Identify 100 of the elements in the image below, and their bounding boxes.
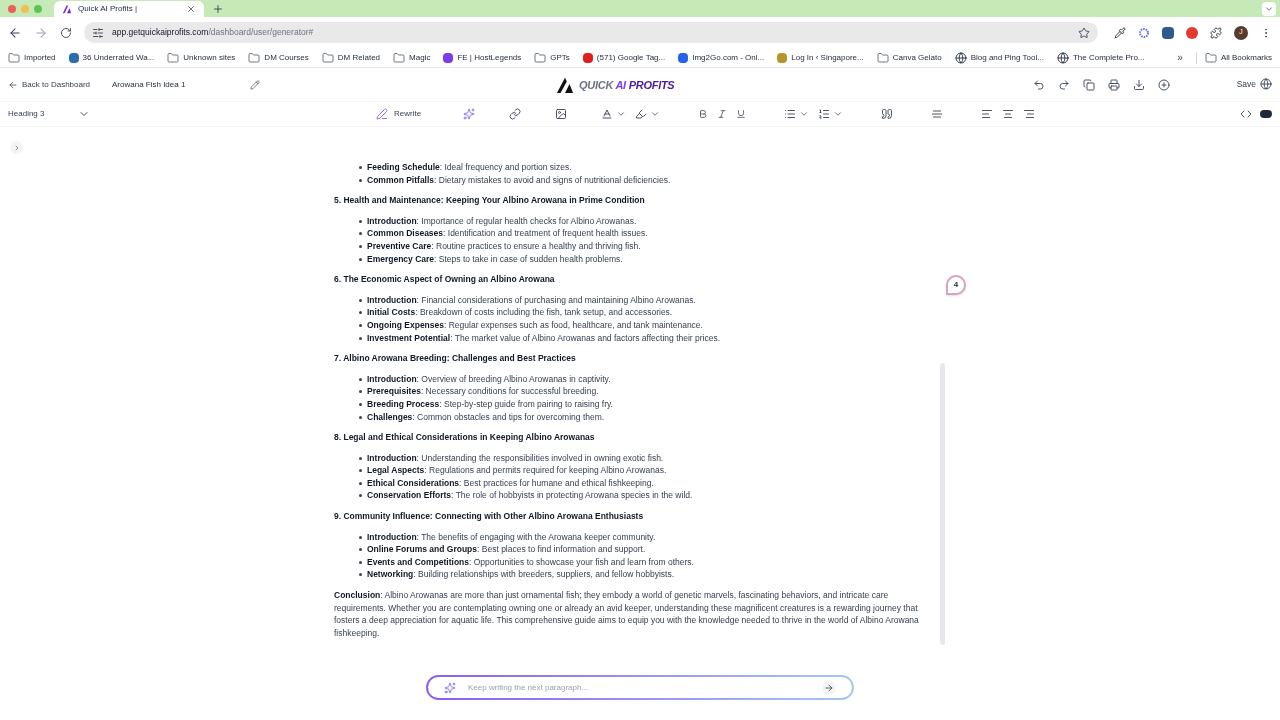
bold-icon[interactable] bbox=[698, 109, 709, 119]
text-color-icon[interactable] bbox=[601, 108, 614, 120]
bullet-icon bbox=[359, 336, 362, 340]
folder-icon bbox=[167, 51, 180, 64]
caret-icon[interactable] bbox=[650, 109, 661, 119]
extensions-icon[interactable] bbox=[1210, 26, 1222, 39]
address-bar[interactable]: app.getquickaiprofits.com/dashboard/user/generator# bbox=[84, 22, 1098, 43]
bookmark-link[interactable]: Unknown sites bbox=[183, 51, 236, 64]
rewrite-button[interactable]: Rewrite bbox=[376, 108, 422, 120]
bookmark-link[interactable]: Blog and Ping Tool... bbox=[970, 51, 1044, 64]
close-icon[interactable] bbox=[186, 4, 196, 14]
italic-icon[interactable] bbox=[717, 109, 728, 119]
bullet-icon bbox=[359, 166, 362, 169]
browser-tab[interactable]: Quick AI Profits | bbox=[54, 1, 204, 17]
bullet-icon bbox=[359, 481, 362, 485]
reload-icon[interactable] bbox=[60, 26, 72, 39]
new-tab-icon[interactable] bbox=[212, 3, 224, 15]
block-type-dropdown[interactable]: Heading 3 bbox=[8, 108, 90, 120]
back-arrow-icon bbox=[8, 79, 18, 90]
bullet-list-icon[interactable] bbox=[784, 108, 797, 120]
folder-icon bbox=[534, 51, 547, 64]
bookmark-link[interactable]: (571) Google Tag... bbox=[596, 51, 666, 64]
prompt-field[interactable]: Keep writing the next paragraph... bbox=[426, 675, 854, 700]
bookmark-link[interactable]: DM Related bbox=[337, 51, 381, 64]
bookmark-link[interactable]: DM Courses bbox=[264, 51, 309, 64]
list-item-text: Prerequisites: Necessary conditions for successful breeding. bbox=[367, 385, 599, 398]
caret-icon[interactable] bbox=[799, 109, 810, 119]
edit-icon[interactable] bbox=[250, 79, 260, 90]
list-item-text: Challenges: Common obstacles and tips for overcoming them. bbox=[367, 410, 605, 424]
sidebar-toggle[interactable] bbox=[10, 141, 23, 154]
tab-title: Quick AI Profits | bbox=[78, 3, 138, 15]
redo-icon[interactable] bbox=[1058, 78, 1070, 91]
bullet-icon bbox=[359, 494, 362, 498]
bookmark-link[interactable]: GPTs bbox=[550, 51, 570, 64]
bookmark-link[interactable]: Imported bbox=[24, 51, 56, 64]
list-item-text: Preventive Care: Routine practices to ensure a healthy and thriving fish. bbox=[367, 239, 641, 253]
list-item-text: Introduction: The benefits of engaging with the Arowana keeper community. bbox=[367, 530, 656, 544]
save-button[interactable]: Save bbox=[1236, 78, 1272, 91]
bookmark-link[interactable]: All Bookmarks bbox=[1220, 51, 1272, 64]
code-icon[interactable] bbox=[1240, 108, 1252, 120]
list-item-text: Common Pitfalls: Dietary mistakes to avoid and signs of nutritional deficiencies. bbox=[367, 173, 671, 187]
eyedropper-icon[interactable] bbox=[1114, 26, 1126, 39]
prompt-input[interactable]: Keep writing the next paragraph... bbox=[468, 681, 810, 694]
bookmark-link[interactable]: The Complete Pro... bbox=[1072, 51, 1145, 64]
extension-icon[interactable] bbox=[1162, 26, 1174, 39]
underline-icon[interactable] bbox=[736, 109, 747, 119]
list-item-text: Ethical Considerations: Best practices for humane and ethical fishkeeping. bbox=[367, 476, 654, 490]
more-bookmarks-button[interactable]: » bbox=[1177, 50, 1183, 65]
bullet-icon bbox=[359, 573, 362, 577]
download-icon[interactable] bbox=[1133, 78, 1145, 91]
image-icon[interactable] bbox=[555, 108, 568, 120]
back-to-dashboard-link[interactable]: Back to Dashboard bbox=[8, 78, 108, 91]
sparkle-icon bbox=[444, 681, 456, 694]
site-settings-icon[interactable] bbox=[92, 26, 104, 39]
globe-icon bbox=[1260, 78, 1272, 91]
bookmark-link[interactable]: 36 Underrated Wa... bbox=[82, 51, 155, 64]
extension-icon[interactable] bbox=[1138, 26, 1150, 39]
list-item-text: Feeding Schedule: Ideal frequency and portion sizes. bbox=[367, 161, 572, 174]
align-center-icon[interactable] bbox=[1002, 108, 1015, 120]
section-heading: 6. The Economic Aspect of Owning an Albino Arowana bbox=[334, 273, 556, 286]
send-button[interactable] bbox=[822, 680, 836, 695]
bullet-icon bbox=[359, 535, 362, 539]
list-item-text: Legal Aspects: Regulations and permits required for keeping Albino Arowanas. bbox=[367, 464, 667, 477]
bookmark-link[interactable]: Img2Go.com - Onl... bbox=[692, 51, 765, 64]
folder-icon bbox=[1204, 51, 1217, 64]
bullet-icon bbox=[359, 456, 362, 460]
bookmark-link[interactable]: Log In ‹ Singapore... bbox=[791, 51, 864, 64]
list-item-text: Ongoing Expenses: Regular expenses such as food, healthcare, and tank maintenance. bbox=[367, 318, 703, 332]
bullet-icon bbox=[359, 560, 362, 564]
section-heading: 5. Health and Maintenance: Keeping Your Albino Arowana in Prime Condition bbox=[334, 194, 646, 207]
align-left-icon[interactable] bbox=[981, 108, 994, 120]
link-icon[interactable] bbox=[509, 108, 522, 120]
globe-icon bbox=[1056, 51, 1069, 64]
list-item-text: Investment Potential: The market value of Albino Arowanas and factors affecting their prices. bbox=[367, 331, 721, 345]
bookmark-star-icon[interactable] bbox=[1078, 26, 1090, 39]
caret-icon[interactable] bbox=[833, 109, 844, 119]
caret-icon[interactable] bbox=[616, 109, 627, 119]
bookmark-link[interactable]: FE | HostLegends bbox=[457, 51, 522, 64]
bookmark-link[interactable]: Magic bbox=[409, 51, 431, 64]
undo-icon[interactable] bbox=[1033, 78, 1045, 91]
align-right-icon[interactable] bbox=[1023, 108, 1036, 120]
url-text: app.getquickaiprofits.com/dashboard/user/generator# bbox=[112, 26, 315, 39]
tab-list-icon[interactable] bbox=[1264, 4, 1274, 14]
comment-count-badge[interactable]: 4 bbox=[946, 275, 966, 295]
bullet-icon bbox=[359, 415, 362, 419]
document-title[interactable]: Arowana Fish Idea 1 bbox=[112, 78, 250, 91]
quote-icon[interactable] bbox=[881, 108, 894, 120]
print-icon[interactable] bbox=[1108, 78, 1120, 91]
highlight-icon[interactable] bbox=[635, 108, 648, 120]
sparkle-icon[interactable] bbox=[463, 108, 476, 120]
list-item-text: Introduction: Understanding the responsibilities involved in owning exotic fish. bbox=[367, 451, 664, 465]
back-icon[interactable] bbox=[8, 25, 22, 40]
bullet-icon bbox=[359, 390, 362, 394]
extension-icon[interactable] bbox=[1186, 26, 1198, 39]
numbered-list-icon[interactable] bbox=[818, 108, 831, 120]
scrollbar-thumb[interactable] bbox=[940, 363, 945, 645]
add-icon[interactable] bbox=[1158, 78, 1170, 91]
copy-icon[interactable] bbox=[1083, 78, 1095, 91]
logo-icon bbox=[555, 76, 575, 94]
bookmark-link[interactable]: Canva Gelato bbox=[892, 51, 942, 64]
